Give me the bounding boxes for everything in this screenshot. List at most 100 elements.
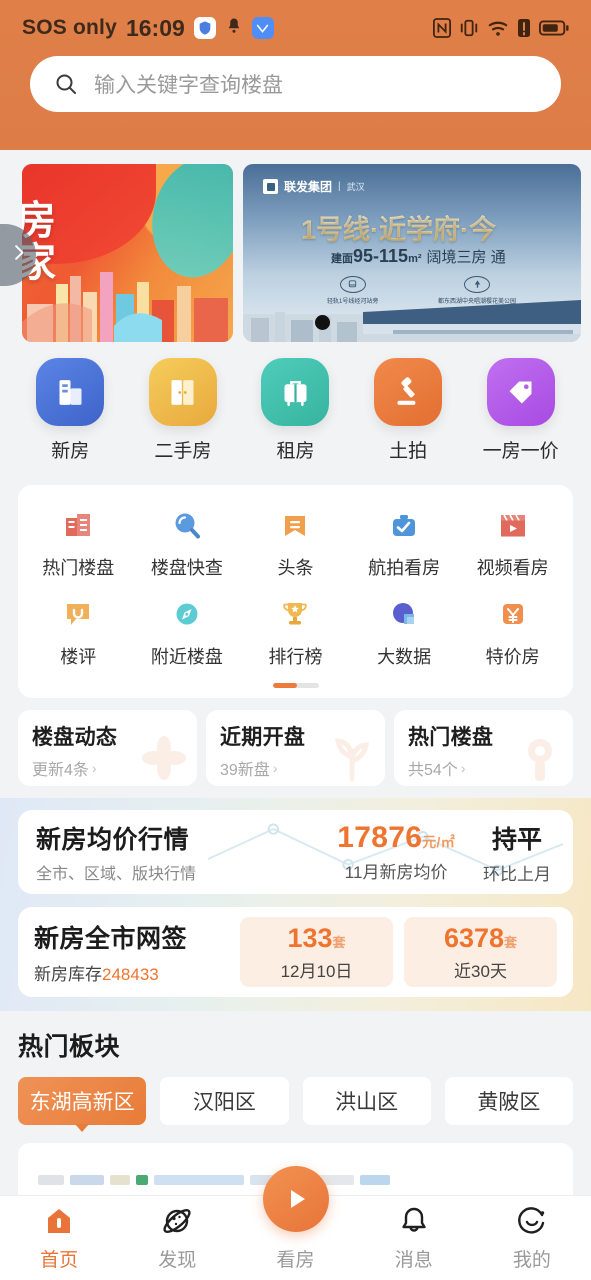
wifi-icon — [487, 18, 509, 38]
tab-view-houses[interactable]: 看房 — [236, 1166, 354, 1280]
grid-item-nearby[interactable]: 附近楼盘 — [133, 588, 242, 677]
drone-camera-icon — [385, 507, 423, 545]
nav-label: 新房 — [51, 441, 90, 462]
grid-item-headline[interactable]: 头条 — [241, 499, 350, 588]
nav-item-tupai[interactable]: 土拍 — [352, 358, 465, 463]
status-bar-right — [433, 18, 569, 38]
price-value-row: 17876元/㎡ — [337, 821, 455, 855]
trend-value: 持平 — [491, 825, 542, 854]
grid-page-indicator[interactable] — [24, 683, 567, 688]
signing-value-row: 133套 — [287, 923, 345, 954]
tab-discover[interactable]: 发现 — [118, 1196, 236, 1280]
district-chip-donghu[interactable]: 东湖高新区 — [18, 1077, 147, 1132]
banner-promo-card[interactable]: 房 家 — [22, 164, 233, 342]
signing-stats-card[interactable]: 新房全市网签 新房库存248433 133套 12月10日 6378套 近30天 — [18, 907, 573, 997]
tab-label: 消息 — [394, 1250, 433, 1271]
ad-headline: 1号线·近学府·今 — [301, 208, 496, 247]
card-title: 新房全市网签 — [34, 925, 188, 953]
tab-profile[interactable]: 我的 — [473, 1196, 591, 1280]
grid-label: 特价房 — [485, 647, 540, 667]
search-icon — [54, 72, 78, 96]
tab-label: 首页 — [40, 1250, 79, 1271]
banner-ad-card[interactable]: 联发集团 | 武汉 1号线·近学府·今 建面95-115m² 阔境三房 通 轻轨… — [243, 164, 581, 342]
signing-value: 133 — [287, 922, 333, 953]
trophy-icon — [276, 596, 314, 634]
vibrate-icon — [459, 18, 479, 38]
tab-messages[interactable]: 消息 — [355, 1196, 473, 1280]
banner-carousel[interactable]: 房 家 联发集团 | 武汉 1号线·近学府·今 建面95-115m² 阔境三房 … — [0, 150, 591, 348]
tab-home[interactable]: 首页 — [0, 1196, 118, 1280]
page-content: 房 家 联发集团 | 武汉 1号线·近学府·今 建面95-115m² 阔境三房 … — [0, 150, 591, 1280]
card-hot-projects[interactable]: 热门楼盘 共54个 › — [394, 710, 573, 786]
grid-label: 楼盘快查 — [150, 558, 223, 578]
tag-icon — [486, 358, 555, 426]
grid-item-aerial-view[interactable]: 航拍看房 — [350, 499, 459, 588]
shield-icon — [193, 17, 216, 39]
video-clapper-icon — [494, 507, 532, 545]
gavel-icon — [374, 358, 443, 426]
smiley-icon — [515, 1204, 549, 1238]
card-title: 新房均价行情 — [36, 826, 190, 854]
grid-item-hot-buildings[interactable]: 热门楼盘 — [24, 499, 133, 588]
status-bar-left: SOS only 16:09 — [22, 15, 274, 42]
average-price-block: 17876元/㎡ 11月新房均价 — [337, 821, 461, 883]
signing-date-label: 12月10日 — [280, 961, 353, 981]
planet-icon — [160, 1204, 194, 1238]
comment-icon — [59, 596, 97, 634]
signing-boxes: 133套 12月10日 6378套 近30天 — [240, 917, 557, 987]
chevron-right-icon: › — [91, 760, 97, 776]
tab-label: 看房 — [276, 1249, 315, 1271]
nav-item-xinfang[interactable]: 新房 — [14, 358, 127, 463]
chevron-right-icon — [9, 243, 28, 267]
card-sub-text: 39新盘 — [220, 762, 270, 779]
district-chip-hongshan[interactable]: 洪山区 — [302, 1077, 431, 1125]
key-icon — [513, 731, 567, 786]
compass-icon — [168, 596, 206, 634]
signing-box-monthly[interactable]: 6378套 近30天 — [404, 917, 557, 987]
card-project-updates[interactable]: 楼盘动态 更新4条 › — [18, 710, 197, 786]
grid-item-special-price[interactable]: 特价房 — [458, 588, 567, 677]
price-card-heading: 新房均价行情 全市、区域、版块行情 — [36, 820, 196, 884]
market-stats-zone: 新房均价行情 全市、区域、版块行情 17876元/㎡ 11月新房均价 持平 环比… — [0, 798, 591, 1011]
grid-label: 视频看房 — [476, 558, 549, 578]
stock-row: 新房库存248433 — [34, 960, 187, 985]
nav-item-yifangyijia[interactable]: 一房一价 — [464, 358, 577, 463]
nav-label: 一房一价 — [482, 441, 559, 462]
price-unit: 元/㎡ — [422, 834, 455, 850]
district-chip-row: 东湖高新区 汉阳区 洪山区 黄陂区 — [18, 1077, 573, 1132]
grid-item-reviews[interactable]: 楼评 — [24, 588, 133, 677]
feature-grid-row-2: 楼评 附近楼盘 排行榜 大数据 特价房 — [24, 588, 567, 677]
status-bar: SOS only 16:09 — [0, 0, 591, 56]
grid-item-bigdata[interactable]: 大数据 — [350, 588, 459, 677]
stock-value: 248433 — [102, 965, 159, 984]
card-sub-text: 更新4条 — [32, 762, 89, 779]
search-input-placeholder[interactable]: 输入关键字查询楼盘 — [94, 69, 283, 99]
nav-item-zufang[interactable]: 租房 — [239, 358, 352, 463]
grid-item-video-view[interactable]: 视频看房 — [458, 499, 567, 588]
signing-box-daily[interactable]: 133套 12月10日 — [240, 917, 393, 987]
grid-label: 楼评 — [60, 647, 97, 667]
plant-icon — [325, 731, 379, 786]
ad-brand-logo: 联发集团 | 武汉 — [263, 178, 365, 195]
yuan-tag-icon — [494, 596, 532, 634]
search-bar[interactable]: 输入关键字查询楼盘 — [30, 56, 561, 112]
ad-subheadline: 建面95-115m² 阔境三房 通 — [331, 246, 506, 266]
brand-separator: | — [338, 181, 341, 192]
nav-label: 租房 — [276, 441, 315, 462]
signing-value: 6378 — [443, 922, 505, 953]
district-chip-huangpi[interactable]: 黄陂区 — [444, 1077, 573, 1125]
play-fab-button[interactable] — [262, 1166, 329, 1232]
tab-label: 发现 — [158, 1250, 197, 1271]
brand-city: 武汉 — [346, 182, 365, 192]
nav-item-ershoufang[interactable]: 二手房 — [127, 358, 240, 463]
grid-label: 头条 — [277, 558, 314, 578]
grid-item-quick-search[interactable]: 楼盘快查 — [133, 499, 242, 588]
district-chip-hanyang[interactable]: 汉阳区 — [160, 1077, 289, 1125]
price-trend-card[interactable]: 新房均价行情 全市、区域、版块行情 17876元/㎡ 11月新房均价 持平 环比… — [18, 810, 573, 894]
flower-icon — [137, 731, 191, 786]
card-recent-openings[interactable]: 近期开盘 39新盘 › — [206, 710, 385, 786]
signing-value-row: 6378套 — [444, 923, 517, 954]
tab-label: 我的 — [512, 1250, 551, 1271]
carousel-indicator-dot[interactable] — [315, 315, 330, 330]
grid-item-ranking[interactable]: 排行榜 — [241, 588, 350, 677]
